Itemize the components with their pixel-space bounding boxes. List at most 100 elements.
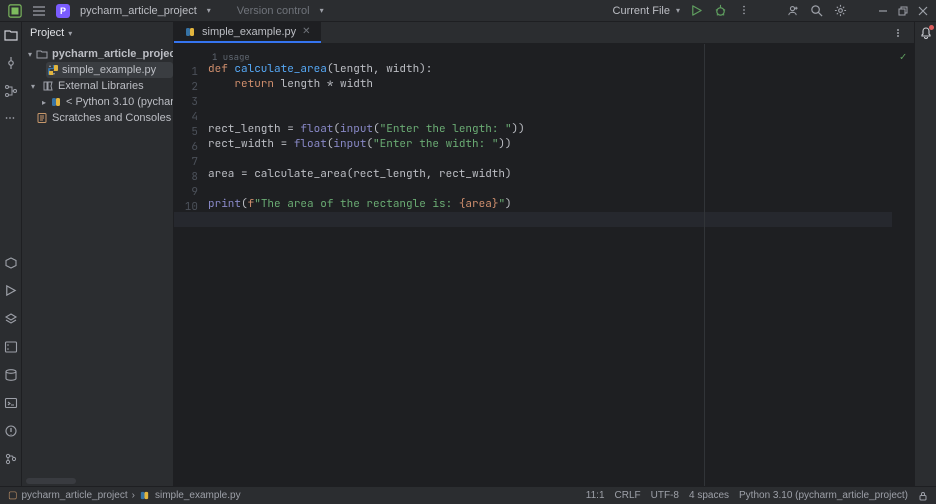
right-toolwindow-bar [914,22,936,486]
caret-position[interactable]: 11:1 [586,490,605,501]
python-file-icon [139,490,151,502]
project-name[interactable]: pycharm_article_project [80,5,197,17]
line-separator[interactable]: CRLF [615,490,641,501]
tok: return [234,77,274,91]
services-icon[interactable] [4,312,18,326]
tok: (length, width): [327,62,433,76]
breadcrumb-item[interactable]: simple_example.py [155,490,241,501]
vcs-toolwindow-icon[interactable] [4,452,18,466]
tok: "Enter the length: " [380,122,512,136]
tree-python-label: < Python 3.10 (pycharm_article_p [66,96,173,108]
twisty-icon[interactable]: ▾ [28,82,38,91]
restore-icon[interactable] [898,6,908,16]
run-toolwindow-icon[interactable] [4,284,18,298]
breadcrumb-item[interactable]: pycharm_article_project [21,490,127,501]
project-tree[interactable]: ▾ pycharm_article_project C:\Users simpl… [22,44,173,128]
tree-python[interactable]: ▸ < Python 3.10 (pycharm_article_p [42,94,173,110]
notifications-icon[interactable] [919,26,933,40]
tree-ext-libs[interactable]: ▾ External Libraries [28,78,173,94]
breadcrumb[interactable]: ▢ pycharm_article_project › simple_examp… [8,490,241,502]
line-number: 7 [174,155,198,170]
tree-root[interactable]: ▾ pycharm_article_project C:\Users [28,46,173,62]
run-icon[interactable] [690,4,704,18]
project-avatar[interactable]: P [56,4,70,18]
tok: input [333,137,366,151]
tok: rect_width = [208,137,294,151]
tok: )) [498,137,511,151]
chevron-down-icon[interactable]: ▾ [320,6,324,15]
commit-toolwindow-icon[interactable] [4,56,18,70]
more-toolwindows-icon[interactable] [4,112,18,126]
tok: calculate_area [234,62,326,76]
python-console-icon[interactable] [4,340,18,354]
file-encoding[interactable]: UTF-8 [651,490,679,501]
close-tab-icon[interactable]: ✕ [302,26,310,37]
project-panel-title: Project [30,27,64,39]
main-area: Project ▾ ▾ pycharm_article_project C:\U… [0,22,936,486]
tok: float [294,137,327,151]
search-icon[interactable] [810,4,824,18]
debug-icon[interactable] [714,4,728,18]
terminal-icon[interactable] [4,396,18,410]
minimize-icon[interactable] [878,6,888,16]
vcs-menu[interactable]: Version control [237,5,310,17]
line-number: 6 [174,140,198,155]
indent-setting[interactable]: 4 spaces [689,490,729,501]
line-number: 2 [174,80,198,95]
project-panel-header[interactable]: Project ▾ [22,22,173,44]
twisty-icon[interactable]: ▸ [42,98,46,107]
left-toolwindow-bar [0,22,22,486]
tok: )) [512,122,525,136]
project-toolwindow-icon[interactable] [4,28,18,42]
code-text[interactable]: 1 usage def calculate_area(length, width… [204,44,892,486]
close-icon[interactable] [918,6,928,16]
code-area[interactable]: 1 2 3 4 5 6 7 8 9 10 11 1 usage def calc… [174,44,914,486]
tree-file[interactable]: simple_example.py [46,62,173,78]
tok: ( [241,197,248,211]
line-number: 9 [174,185,198,200]
editor-tabs: simple_example.py ✕ [174,22,914,44]
code-with-me-icon[interactable] [786,4,800,18]
project-panel: Project ▾ ▾ pycharm_article_project C:\U… [22,22,174,486]
interpreter[interactable]: Python 3.10 (pycharm_article_project) [739,490,908,501]
editor-inspection-stripe: ✓ [892,44,914,486]
run-config-selector[interactable]: Current File ▾ [613,5,680,17]
tok: ( [373,122,380,136]
problems-icon[interactable] [4,424,18,438]
more-actions-icon[interactable] [738,4,752,18]
tree-ext-libs-label: External Libraries [58,80,144,92]
settings-icon[interactable] [834,4,848,18]
tree-file-label: simple_example.py [62,64,156,76]
python-file-icon [46,64,58,76]
tok: "The area of the rectangle is: [254,197,459,211]
line-number: 4 [174,110,198,125]
chevron-down-icon[interactable]: ▾ [207,6,211,15]
tab-more-icon[interactable] [892,27,904,39]
line-number: 8 [174,170,198,185]
titlebar: P pycharm_article_project ▾ Version cont… [0,0,936,22]
inspection-ok-icon[interactable]: ✓ [900,50,907,65]
tok: "Enter the width: " [373,137,498,151]
tok: def [208,62,234,76]
tok: print [208,197,241,211]
main-menu-icon[interactable] [32,4,46,18]
line-number: 1 [174,65,198,80]
chevron-right-icon: › [132,490,135,501]
inlay-hint[interactable]: 1 usage [208,50,892,62]
editor-tab[interactable]: simple_example.py ✕ [174,22,321,43]
editor: simple_example.py ✕ 1 2 3 4 5 6 7 8 9 [174,22,914,486]
tok: rect_length = [208,122,300,136]
gutter: 1 2 3 4 5 6 7 8 9 10 11 [174,44,204,486]
tok: area = calculate_area(rect_length, rect_… [208,167,512,181]
tree-scratches-label: Scratches and Consoles [52,112,171,124]
python-packages-icon[interactable] [4,256,18,270]
structure-toolwindow-icon[interactable] [4,84,18,98]
horizontal-scrollbar[interactable] [26,478,76,484]
tree-scratches[interactable]: Scratches and Consoles [32,110,173,126]
database-icon[interactable] [4,368,18,382]
tok: float [300,122,333,136]
twisty-icon[interactable]: ▾ [28,50,32,59]
tok: ) [505,197,512,211]
app-icon [8,4,22,18]
readonly-lock-icon[interactable] [918,491,928,501]
